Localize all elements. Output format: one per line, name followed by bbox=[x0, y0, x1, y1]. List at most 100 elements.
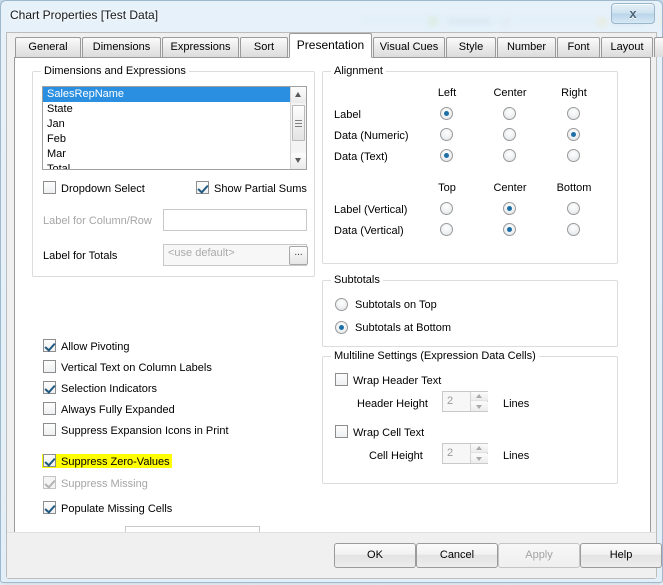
tab-sort[interactable]: Sort bbox=[240, 37, 288, 57]
subtotals-group: Subtotals Subtotals on Top Subtotals at … bbox=[322, 274, 618, 347]
tab-visual-cues[interactable]: Visual Cues bbox=[373, 37, 445, 57]
radio-label-right[interactable] bbox=[567, 107, 580, 120]
tab-general[interactable]: General bbox=[15, 37, 81, 57]
multiline-settings-group: Multiline Settings (Expression Data Cell… bbox=[322, 350, 618, 484]
listbox-scrollbar[interactable] bbox=[290, 87, 306, 169]
spinner-up-button[interactable] bbox=[471, 444, 488, 453]
cancel-button[interactable]: Cancel bbox=[416, 543, 498, 568]
populate-missing-cells-checkbox[interactable]: Populate Missing Cells bbox=[43, 501, 172, 515]
label-for-totals-placeholder: <use default> bbox=[168, 247, 235, 259]
label-for-totals-input[interactable]: <use default> bbox=[163, 244, 307, 266]
subtotals-at-bottom-label: Subtotals at Bottom bbox=[355, 322, 451, 334]
checkbox-label: Wrap Header Text bbox=[353, 375, 442, 387]
list-item[interactable]: Feb bbox=[43, 132, 306, 147]
alignment-header-right: Right bbox=[561, 87, 587, 99]
radio-data-vertical-center[interactable] bbox=[503, 223, 516, 236]
subtotals-on-top-label: Subtotals on Top bbox=[355, 299, 437, 311]
chevron-down-icon bbox=[295, 158, 301, 163]
radio-label-left[interactable] bbox=[440, 107, 453, 120]
ok-button[interactable]: OK bbox=[334, 543, 416, 568]
list-item-label: SalesRepName bbox=[47, 88, 125, 100]
alignment-row-label-label-vertical: Label (Vertical) bbox=[334, 204, 408, 216]
label-for-totals-browse-button[interactable]: ... bbox=[289, 246, 308, 265]
alignment-row-label-data-vertical: Data (Vertical) bbox=[334, 225, 404, 237]
tab-style[interactable]: Style bbox=[446, 37, 496, 57]
scroll-up-button[interactable] bbox=[291, 87, 306, 103]
cell-height-value: 2 bbox=[447, 447, 454, 459]
spinner-buttons[interactable] bbox=[470, 392, 488, 411]
checkbox-icon bbox=[196, 181, 209, 194]
group-legend: Dimensions and Expressions bbox=[41, 65, 189, 77]
checkbox-icon bbox=[43, 381, 56, 394]
tab-label: Style bbox=[458, 41, 484, 53]
radio-subtotals-at-bottom[interactable] bbox=[335, 321, 348, 334]
dimensions-listbox[interactable]: SalesRepName State Jan Feb Mar Total bbox=[42, 86, 307, 170]
tab-number[interactable]: Number bbox=[497, 37, 556, 57]
tab-font[interactable]: Font bbox=[557, 37, 600, 57]
header-height-spinner[interactable]: 2 bbox=[442, 391, 488, 412]
radio-label-vertical-top[interactable] bbox=[440, 202, 453, 215]
radio-data-numeric-center[interactable] bbox=[503, 128, 516, 141]
radio-label-vertical-center[interactable] bbox=[503, 202, 516, 215]
label-for-column-row-input[interactable] bbox=[163, 209, 307, 231]
wrap-cell-text-checkbox[interactable]: Wrap Cell Text bbox=[335, 425, 424, 439]
show-partial-sums-checkbox[interactable]: Show Partial Sums bbox=[196, 181, 307, 195]
apply-button: Apply bbox=[498, 543, 580, 568]
tab-caption[interactable]: Caption bbox=[654, 37, 663, 57]
tab-presentation[interactable]: Presentation bbox=[289, 33, 372, 58]
spinner-down-button[interactable] bbox=[471, 402, 488, 411]
list-item[interactable]: State bbox=[43, 102, 306, 117]
radio-data-numeric-right[interactable] bbox=[567, 128, 580, 141]
header-height-label: Header Height bbox=[357, 398, 428, 410]
tab-layout[interactable]: Layout bbox=[601, 37, 653, 57]
list-item[interactable]: Mar bbox=[43, 147, 306, 162]
tab-label: Number bbox=[506, 41, 547, 53]
checkbox-label: Suppress Missing bbox=[61, 478, 148, 490]
radio-data-text-center[interactable] bbox=[503, 149, 516, 162]
vertical-text-on-column-labels-checkbox[interactable]: Vertical Text on Column Labels bbox=[43, 360, 212, 374]
tab-label: General bbox=[28, 41, 68, 53]
checkbox-icon bbox=[335, 373, 348, 386]
always-fully-expanded-checkbox[interactable]: Always Fully Expanded bbox=[43, 402, 175, 416]
radio-subtotals-on-top[interactable] bbox=[335, 298, 348, 311]
selection-indicators-checkbox[interactable]: Selection Indicators bbox=[43, 381, 157, 395]
allow-pivoting-checkbox[interactable]: Allow Pivoting bbox=[43, 339, 129, 353]
spinner-up-button[interactable] bbox=[471, 392, 488, 401]
alignment-row-label-label: Label bbox=[334, 109, 361, 121]
radio-label-vertical-bottom[interactable] bbox=[567, 202, 580, 215]
tab-expressions[interactable]: Expressions bbox=[162, 37, 239, 57]
checkbox-icon bbox=[43, 454, 56, 467]
list-item-label: Mar bbox=[47, 148, 66, 160]
close-button[interactable]: x bbox=[611, 3, 655, 24]
tab-label: Layout bbox=[610, 41, 644, 53]
cell-height-spinner[interactable]: 2 bbox=[442, 443, 488, 464]
radio-data-numeric-left[interactable] bbox=[440, 128, 453, 141]
checkbox-icon bbox=[43, 360, 56, 373]
help-button[interactable]: Help bbox=[580, 543, 662, 568]
close-icon: x bbox=[629, 6, 637, 21]
list-item[interactable]: SalesRepName bbox=[43, 87, 290, 102]
tab-dimensions[interactable]: Dimensions bbox=[82, 37, 161, 57]
scrollbar-thumb[interactable] bbox=[292, 105, 305, 141]
spinner-down-button[interactable] bbox=[471, 454, 488, 463]
scroll-down-button[interactable] bbox=[291, 153, 306, 169]
checkbox-icon bbox=[43, 476, 56, 489]
radio-data-text-right[interactable] bbox=[567, 149, 580, 162]
suppress-zero-values-checkbox[interactable]: Suppress Zero-Values bbox=[42, 454, 172, 468]
radio-data-vertical-bottom[interactable] bbox=[567, 223, 580, 236]
suppress-expansion-icons-in-print-checkbox[interactable]: Suppress Expansion Icons in Print bbox=[43, 423, 229, 437]
chevron-up-icon bbox=[295, 92, 301, 97]
radio-label-center[interactable] bbox=[503, 107, 516, 120]
list-item[interactable]: Jan bbox=[43, 117, 306, 132]
spinner-buttons[interactable] bbox=[470, 444, 488, 463]
radio-data-text-left[interactable] bbox=[440, 149, 453, 162]
dropdown-select-checkbox[interactable]: Dropdown Select bbox=[43, 181, 145, 195]
chevron-up-icon bbox=[476, 394, 482, 398]
radio-data-vertical-top[interactable] bbox=[440, 223, 453, 236]
list-item-label: Jan bbox=[47, 118, 65, 130]
presentation-tab-page: Dimensions and Expressions SalesRepName … bbox=[14, 57, 651, 577]
wrap-header-text-checkbox[interactable]: Wrap Header Text bbox=[335, 373, 441, 387]
list-item[interactable]: Total bbox=[43, 162, 306, 169]
button-label: Apply bbox=[525, 549, 553, 561]
list-item-label: State bbox=[47, 103, 73, 115]
